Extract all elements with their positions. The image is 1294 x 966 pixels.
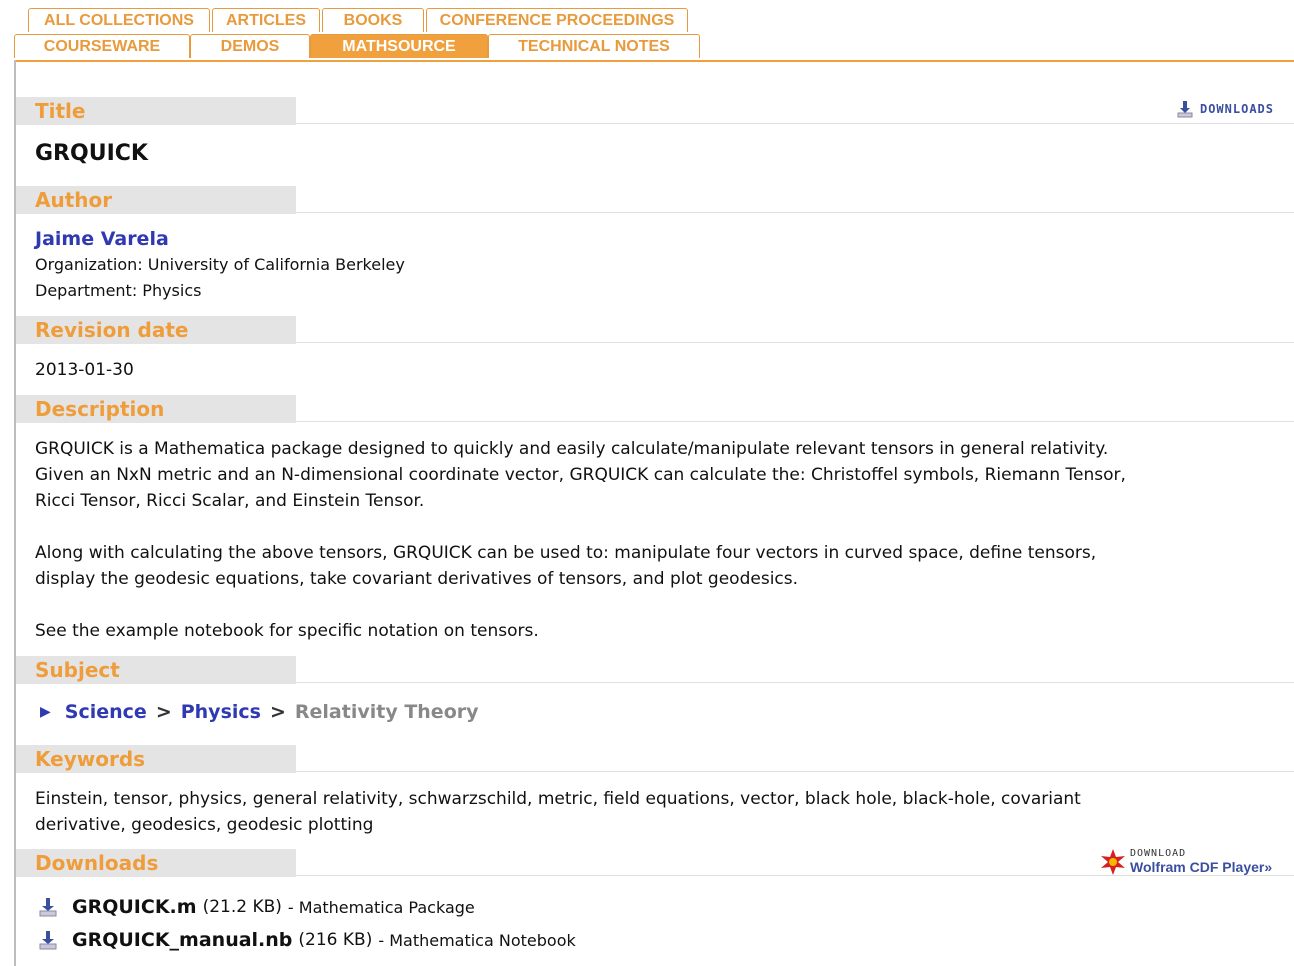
cdf-small-label: DOWNLOAD xyxy=(1130,848,1187,859)
breadcrumb-science[interactable]: Science xyxy=(65,701,147,723)
author-department: Department: Physics xyxy=(35,281,202,300)
file-type: - Mathematica Package xyxy=(287,897,475,917)
file-type: - Mathematica Notebook xyxy=(378,930,576,950)
section-divider xyxy=(296,682,1294,683)
breadcrumb-relativity-theory: Relativity Theory xyxy=(294,701,479,723)
tabs-baseline xyxy=(14,60,1294,62)
section-divider xyxy=(296,212,1294,213)
description-line: display the geodesic equations, take cov… xyxy=(35,569,799,589)
description-line: Ricci Tensor, Ricci Scalar, and Einstein… xyxy=(35,491,425,511)
section-revision-date: Revision date xyxy=(16,316,1294,344)
wolfram-spikey-icon xyxy=(1101,849,1125,875)
section-keywords: Keywords xyxy=(16,745,1294,773)
section-title: Title xyxy=(16,97,1294,125)
download-file-row: GRQUICK.m (21.2 KB) - Mathematica Packag… xyxy=(38,896,475,918)
tab-mathsource[interactable]: MATHSOURCE xyxy=(310,34,488,58)
subject-breadcrumb: ▶ Science > Physics > Relativity Theory xyxy=(40,701,479,723)
collection-tabs: ALL COLLECTIONS ARTICLES BOOKS CONFERENC… xyxy=(14,8,1294,62)
section-keywords-label: Keywords xyxy=(16,745,296,773)
cdf-player-download-button[interactable]: DOWNLOAD Wolfram CDF Player» xyxy=(1098,846,1280,880)
file-size: (21.2 KB) xyxy=(202,897,282,917)
tab-articles[interactable]: ARTICLES xyxy=(212,8,320,32)
description-line: See the example notebook for specific no… xyxy=(35,621,539,641)
tab-demos[interactable]: DEMOS xyxy=(190,34,310,58)
author-link[interactable]: Jaime Varela xyxy=(35,226,169,252)
author-organization: Organization: University of California B… xyxy=(35,255,405,274)
download-file-row: GRQUICK_manual.nb (216 KB) - Mathematica… xyxy=(38,929,576,951)
section-description: Description xyxy=(16,395,1294,423)
section-author-label: Author xyxy=(16,186,296,214)
cdf-big-label: Wolfram CDF Player» xyxy=(1130,859,1273,875)
section-title-label: Title xyxy=(16,97,296,125)
tab-technical-notes[interactable]: TECHNICAL NOTES xyxy=(488,34,700,58)
revision-date: 2013-01-30 xyxy=(35,360,134,380)
tab-courseware[interactable]: COURSEWARE xyxy=(14,34,190,58)
section-downloads-label: Downloads xyxy=(16,849,296,877)
section-divider xyxy=(296,123,1294,124)
breadcrumb-separator: > xyxy=(269,701,286,723)
tab-conference-proceedings[interactable]: CONFERENCE PROCEEDINGS xyxy=(426,8,688,32)
breadcrumb-physics[interactable]: Physics xyxy=(181,701,261,723)
triangle-right-icon: ▶ xyxy=(40,704,51,720)
page-title: GRQUICK xyxy=(35,141,148,166)
section-revision-label: Revision date xyxy=(16,316,296,344)
section-author: Author xyxy=(16,186,1294,214)
description-line: Given an NxN metric and an N-dimensional… xyxy=(35,465,1126,485)
breadcrumb-separator: > xyxy=(155,701,172,723)
section-subject-label: Subject xyxy=(16,656,296,684)
download-icon xyxy=(39,898,57,917)
section-divider xyxy=(296,771,1294,772)
section-description-label: Description xyxy=(16,395,296,423)
section-divider xyxy=(296,421,1294,422)
keywords-line: derivative, geodesics, geodesic plotting xyxy=(35,815,374,835)
keywords-line: Einstein, tensor, physics, general relat… xyxy=(35,789,1081,809)
tab-books[interactable]: BOOKS xyxy=(322,8,424,32)
file-link[interactable]: GRQUICK.m xyxy=(72,896,197,918)
file-link[interactable]: GRQUICK_manual.nb xyxy=(72,929,292,951)
description-line: GRQUICK is a Mathematica package designe… xyxy=(35,439,1109,459)
tab-all-collections[interactable]: ALL COLLECTIONS xyxy=(28,8,210,32)
download-icon xyxy=(39,931,57,950)
section-divider xyxy=(296,342,1294,343)
description-line: Along with calculating the above tensors… xyxy=(35,543,1097,563)
section-subject: Subject xyxy=(16,656,1294,684)
file-size: (216 KB) xyxy=(298,930,373,950)
